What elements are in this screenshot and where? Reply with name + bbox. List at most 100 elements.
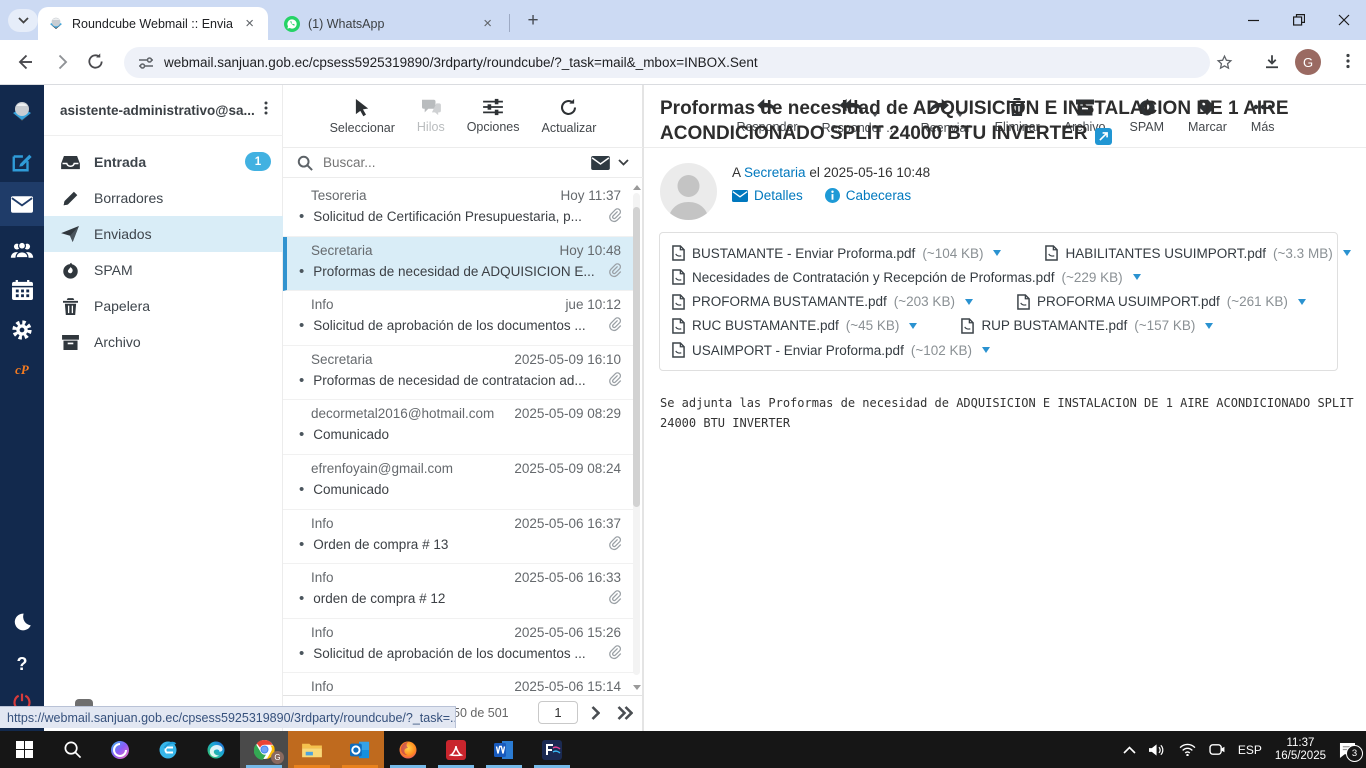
message-row[interactable]: efrenfoyain@gmail.com 2025-05-09 08:24 • C… <box>283 455 635 510</box>
last-page-icon[interactable] <box>617 706 633 720</box>
scrollbar-thumb[interactable] <box>633 207 640 507</box>
attachment-menu-caret-icon[interactable] <box>982 347 990 353</box>
volume-icon[interactable] <box>1148 743 1166 757</box>
sidebar-item-enviados[interactable]: Enviados <box>44 216 283 252</box>
attachment[interactable]: HABILITANTES USUIMPORT.pdf (~3.3 MB) <box>1045 245 1351 261</box>
acrobat-icon[interactable] <box>432 731 480 768</box>
message-row[interactable]: Info 2025-05-06 15:14 <box>283 673 635 695</box>
tray-expand-icon[interactable] <box>1123 745 1136 754</box>
message-row-selected[interactable]: Secretaria Hoy 10:48 • Proformas de necesi… <box>283 236 635 292</box>
scroll-up-arrow[interactable] <box>633 185 641 190</box>
calendar-icon[interactable] <box>0 273 44 307</box>
address-bar[interactable]: webmail.sanjuan.gob.ec/cpsess5925319890/… <box>124 47 1210 78</box>
outlook-icon[interactable] <box>336 731 384 768</box>
window-close-button[interactable] <box>1321 0 1366 40</box>
roundcube-logo[interactable] <box>0 95 44 129</box>
attachment-menu-caret-icon[interactable] <box>1297 298 1306 305</box>
download-icon[interactable] <box>1263 53 1281 71</box>
attachment[interactable]: RUC BUSTAMANTE.pdf (~45 KB) <box>672 318 918 334</box>
language-indicator[interactable]: ESP <box>1238 743 1262 757</box>
dark-mode-moon-icon[interactable] <box>0 605 44 639</box>
copilot-icon[interactable] <box>96 731 144 768</box>
refresh-button[interactable]: Actualizar <box>542 98 596 135</box>
recipient-link[interactable]: Secretaria <box>744 165 806 180</box>
sidebar-item-entrada[interactable]: Entrada 1 <box>44 144 283 180</box>
mail-icon[interactable] <box>0 182 44 226</box>
open-in-new-window-icon[interactable] <box>1094 128 1112 145</box>
firefox-icon[interactable] <box>384 731 432 768</box>
attachment-menu-caret-icon[interactable] <box>1132 274 1141 281</box>
word-icon[interactable] <box>480 731 528 768</box>
message-row[interactable]: Info jue 10:12 • Solicitud de aprobación d… <box>283 291 635 346</box>
browser-profile-avatar[interactable]: G <box>1295 49 1321 75</box>
start-button[interactable] <box>0 731 48 768</box>
message-row[interactable]: Secretaria 2025-05-09 16:10 • Proformas de… <box>283 346 635 401</box>
search-input[interactable] <box>321 154 583 171</box>
attachment-menu-caret-icon[interactable] <box>1205 322 1214 329</box>
search-scope-mail-icon[interactable] <box>591 155 610 170</box>
search-options-chevron-icon[interactable] <box>618 159 629 166</box>
headers-toggle[interactable]: Cabeceras <box>824 188 911 203</box>
contacts-icon[interactable] <box>0 233 44 267</box>
attachment-menu-caret-icon[interactable] <box>1342 250 1351 256</box>
back-button[interactable] <box>14 52 34 72</box>
help-icon[interactable]: ? <box>0 647 44 681</box>
attachment-menu-caret-icon[interactable] <box>993 250 1002 256</box>
compose-icon[interactable] <box>0 145 44 179</box>
reload-button[interactable] <box>86 52 105 71</box>
tab-whatsapp[interactable]: (1) WhatsApp × <box>274 7 506 40</box>
attachment[interactable]: USAIMPORT - Enviar Proforma.pdf (~102 KB… <box>672 342 990 358</box>
sidebar-item-borradores[interactable]: Borradores <box>44 180 283 216</box>
chrome-taskbar-icon[interactable]: G <box>240 731 288 768</box>
attachment[interactable]: PROFORMA USUIMPORT.pdf (~261 KB) <box>1017 293 1306 310</box>
browser-menu-icon[interactable] <box>1339 52 1357 70</box>
message-row[interactable]: Info 2025-05-06 16:33 • orden de compra # … <box>283 564 635 619</box>
clock[interactable]: 11:37 16/5/2025 <box>1275 737 1326 763</box>
attachment[interactable]: Necesidades de Contratación y Recepción … <box>672 269 1141 285</box>
edge-icon[interactable] <box>192 731 240 768</box>
select-button[interactable]: Seleccionar <box>330 98 395 135</box>
forward-button[interactable] <box>52 52 72 72</box>
unread-dot: • <box>299 263 305 279</box>
wifi-icon[interactable] <box>1179 743 1196 756</box>
notification-center-icon[interactable]: 3 <box>1339 742 1363 762</box>
window-minimize-button[interactable] <box>1231 0 1276 40</box>
settings-gear-icon[interactable] <box>0 313 44 347</box>
inbox-icon <box>60 155 80 170</box>
taskbar-search-icon[interactable] <box>48 731 96 768</box>
tab-search-button[interactable] <box>8 9 38 32</box>
cpanel-icon[interactable]: cP <box>0 353 44 387</box>
attachment[interactable]: PROFORMA BUSTAMANTE.pdf (~203 KB) <box>672 293 973 310</box>
site-settings-icon[interactable] <box>138 55 154 71</box>
unread-dot: • <box>299 427 305 443</box>
file-explorer-icon[interactable] <box>288 731 336 768</box>
message-row[interactable]: Tesoreria Hoy 11:37 • Solicitud de Certifi… <box>283 182 635 237</box>
window-restore-button[interactable] <box>1276 0 1321 40</box>
pencil-icon <box>60 190 80 207</box>
new-tab-button[interactable]: + <box>520 10 546 32</box>
attachment[interactable]: RUP BUSTAMANTE.pdf (~157 KB) <box>961 318 1214 334</box>
attachment[interactable]: BUSTAMANTE - Enviar Proforma.pdf (~104 K… <box>672 245 1002 261</box>
scroll-down-arrow[interactable] <box>633 685 641 690</box>
details-toggle[interactable]: Detalles <box>732 188 803 203</box>
list-scrollbar[interactable] <box>633 185 641 690</box>
options-button[interactable]: Opciones <box>467 98 520 134</box>
tab-close-icon[interactable]: × <box>241 14 258 33</box>
sidebar-item-spam[interactable]: SPAM <box>44 252 283 288</box>
meet-now-camera-icon[interactable] <box>1209 743 1225 756</box>
message-row[interactable]: decormetal2016@hotmail.com 2025-05-09 08:… <box>283 400 635 455</box>
message-row[interactable]: Info 2025-05-06 15:26 • Solicitud de aprob… <box>283 619 635 674</box>
internet-explorer-icon[interactable] <box>144 731 192 768</box>
sidebar-item-archivo[interactable]: Archivo <box>44 324 283 360</box>
page-number-input[interactable] <box>538 701 578 724</box>
account-menu-icon[interactable] <box>258 100 274 116</box>
bookmark-star-icon[interactable] <box>1216 54 1233 71</box>
message-row[interactable]: Info 2025-05-06 16:37 • Orden de compra # … <box>283 510 635 565</box>
next-page-icon[interactable] <box>591 706 600 720</box>
f-app-icon[interactable] <box>528 731 576 768</box>
tab-roundcube[interactable]: Roundcube Webmail :: Enviados × <box>38 7 268 40</box>
attachment-menu-caret-icon[interactable] <box>964 298 973 305</box>
sidebar-item-papelera[interactable]: Papelera <box>44 288 283 324</box>
attachment-menu-caret-icon[interactable] <box>909 322 918 329</box>
tab-close-icon[interactable]: × <box>479 14 496 33</box>
